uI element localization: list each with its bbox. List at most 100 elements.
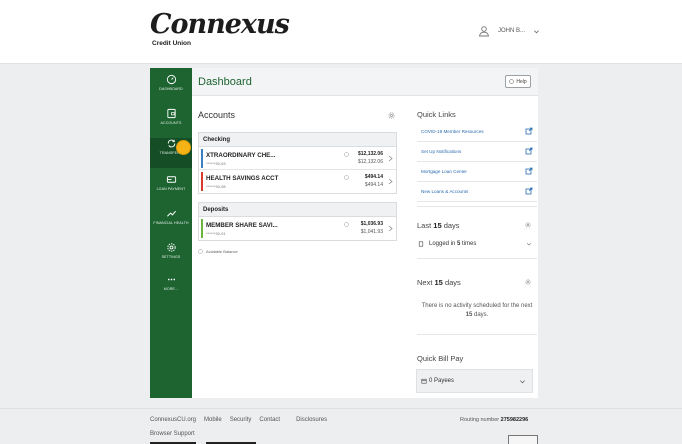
sidebar-item-settings[interactable]: SETTINGS bbox=[150, 242, 192, 272]
chevron-down-icon bbox=[534, 29, 539, 33]
info-icon bbox=[344, 175, 349, 180]
account-available: $1,041.93 bbox=[360, 229, 383, 235]
footer-link-security[interactable]: Security bbox=[230, 417, 252, 423]
last-days-suffix: days bbox=[443, 221, 460, 230]
info-icon bbox=[198, 249, 203, 254]
right-column: Quick Links COVID-19 Member Resources Se… bbox=[410, 68, 538, 398]
quick-link-label: New Loans & Accounts bbox=[421, 189, 469, 194]
footer-links: ConnexusCU.org Mobile Security Contact D… bbox=[150, 417, 327, 423]
section-divider bbox=[417, 206, 537, 207]
quick-link-label: Set Up Notifications bbox=[421, 149, 462, 154]
sidebar-item-loan-payment[interactable]: LOAN PAYMENT bbox=[150, 174, 192, 204]
user-icon bbox=[478, 26, 490, 37]
more-icon bbox=[167, 278, 175, 281]
browser-support-link[interactable]: Browser Support bbox=[150, 431, 195, 437]
account-available: $12,132.06 bbox=[357, 159, 383, 165]
last-days-title: Last 15 days bbox=[417, 221, 460, 230]
external-link-icon bbox=[525, 187, 533, 195]
sidebar-item-label: SETTINGS bbox=[161, 255, 181, 259]
loan-icon bbox=[166, 176, 176, 183]
quick-link-item[interactable]: Set Up Notifications bbox=[417, 142, 537, 162]
account-group-deposits: Deposits MEMBER SHARE SAVI... ******30-9… bbox=[198, 202, 397, 241]
account-number: ******30-91 bbox=[206, 231, 226, 236]
sidebar-item-label: ACCOUNTS bbox=[160, 121, 182, 125]
login-icon bbox=[418, 241, 424, 247]
quick-links-title: Quick Links bbox=[417, 110, 456, 119]
gear-icon[interactable] bbox=[525, 222, 531, 228]
footer-link-contact[interactable]: Contact bbox=[259, 417, 280, 423]
gear-icon[interactable] bbox=[525, 279, 531, 285]
footer-link-website[interactable]: ConnexusCU.org bbox=[150, 417, 196, 423]
next-days-title: Next 15 days bbox=[417, 278, 461, 287]
account-number: ******30-93 bbox=[206, 161, 226, 166]
footer-link-disclosures[interactable]: Disclosures bbox=[296, 417, 327, 423]
sidebar-nav: DASHBOARD ACCOUNTS TRANSFERS LOAN PAYMEN… bbox=[150, 68, 192, 398]
sidebar-item-label: MORE... bbox=[163, 287, 179, 291]
account-row[interactable]: MEMBER SHARE SAVI... ******30-91 $1,036.… bbox=[199, 217, 396, 240]
footer-badge-box bbox=[508, 435, 538, 444]
external-link-icon bbox=[525, 167, 533, 175]
footer-link-mobile[interactable]: Mobile bbox=[204, 417, 222, 423]
account-balance: $494.14 bbox=[364, 174, 383, 180]
routing-label: Routing number bbox=[460, 417, 500, 423]
quick-link-item[interactable]: New Loans & Accounts bbox=[417, 182, 537, 202]
connexus-logo[interactable]: Connexus Credit Union bbox=[150, 9, 290, 49]
user-menu[interactable]: JOHN B... bbox=[478, 20, 540, 42]
next-days-count: 15 bbox=[434, 278, 443, 287]
routing-value: 275982296 bbox=[500, 417, 529, 423]
chevron-down-icon bbox=[526, 243, 532, 246]
next-days-suffix: days bbox=[444, 278, 461, 287]
sidebar-item-label: LOAN PAYMENT bbox=[156, 187, 186, 191]
top-bar: Connexus Credit Union JOHN B... bbox=[0, 0, 682, 64]
external-link-icon bbox=[525, 127, 533, 135]
chevron-down-icon bbox=[520, 380, 525, 384]
account-color-bar bbox=[201, 172, 203, 191]
account-balance: $1,036.93 bbox=[360, 221, 383, 227]
logo-text: Connexus bbox=[150, 9, 290, 40]
trend-up-icon bbox=[166, 210, 176, 217]
account-name: XTRAORDINARY CHE... bbox=[206, 152, 276, 159]
gear-icon bbox=[166, 243, 176, 252]
external-link-icon bbox=[525, 147, 533, 155]
account-number: ******30-98 bbox=[206, 184, 226, 189]
sidebar-item-dashboard[interactable]: DASHBOARD bbox=[150, 74, 192, 104]
chevron-right-icon bbox=[388, 155, 393, 162]
account-row[interactable]: HEALTH SAVINGS ACCT ******30-98 $494.14 … bbox=[199, 170, 396, 193]
sidebar-item-financial-health[interactable]: FINANCIAL HEALTH bbox=[150, 208, 192, 238]
quick-link-label: Mortgage Loan Center bbox=[421, 169, 467, 174]
info-icon bbox=[344, 152, 349, 157]
balance-legend: Available Balance bbox=[198, 249, 238, 254]
payees-dropdown[interactable]: 0 Payees bbox=[416, 369, 533, 393]
no-activity-count: 15 bbox=[465, 312, 473, 318]
sidebar-item-accounts[interactable]: ACCOUNTS bbox=[150, 108, 192, 138]
account-color-bar bbox=[201, 219, 203, 238]
sidebar-item-more[interactable]: MORE... bbox=[150, 274, 192, 304]
gear-icon[interactable] bbox=[388, 112, 395, 119]
chevron-right-icon bbox=[388, 225, 393, 232]
tutorial-hotspot[interactable] bbox=[176, 140, 191, 155]
last-days-prefix: Last bbox=[417, 221, 432, 230]
quick-bill-pay-title: Quick Bill Pay bbox=[417, 354, 464, 363]
chevron-right-icon bbox=[388, 178, 393, 185]
speedometer-icon bbox=[166, 74, 176, 85]
calendar-icon bbox=[421, 378, 427, 384]
logged-in-prefix: Logged in bbox=[429, 241, 456, 247]
account-row[interactable]: XTRAORDINARY CHE... ******30-93 $12,132.… bbox=[199, 147, 396, 170]
account-name: HEALTH SAVINGS ACCT bbox=[206, 175, 279, 182]
section-divider bbox=[417, 258, 537, 259]
no-activity-message: There is no activity scheduled for the n… bbox=[418, 302, 536, 320]
account-color-bar bbox=[201, 149, 203, 168]
quick-link-item[interactable]: COVID-19 Member Resources bbox=[417, 122, 537, 142]
accounts-title: Accounts bbox=[198, 110, 236, 120]
account-name: MEMBER SHARE SAVI... bbox=[206, 222, 278, 229]
logged-in-count: 5 bbox=[457, 241, 461, 247]
group-title: Checking bbox=[199, 133, 396, 147]
logged-in-text: Logged in 5 times bbox=[429, 241, 476, 247]
wallet-icon bbox=[166, 108, 176, 119]
logged-in-summary[interactable]: Logged in 5 times bbox=[418, 238, 536, 250]
footer: ConnexusCU.org Mobile Security Contact D… bbox=[0, 408, 682, 444]
quick-link-item[interactable]: Mortgage Loan Center bbox=[417, 162, 537, 182]
account-group-checking: Checking XTRAORDINARY CHE... ******30-93… bbox=[198, 132, 397, 194]
info-icon bbox=[344, 222, 349, 227]
legend-text: Available Balance bbox=[206, 249, 238, 254]
